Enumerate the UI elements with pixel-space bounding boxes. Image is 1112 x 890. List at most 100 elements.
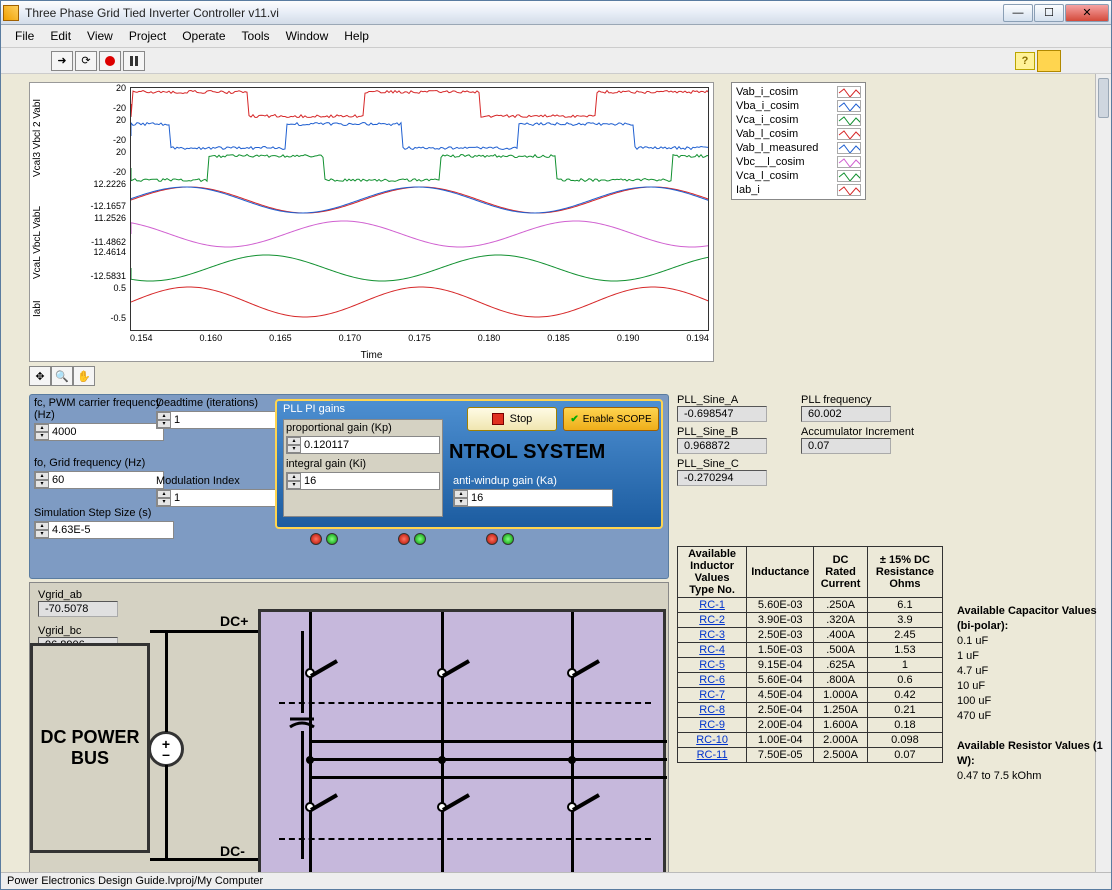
deadtime-input[interactable]: ▴▾ (156, 411, 276, 429)
control-parameters-cluster: fc, PWM carrier frequency (Hz) ▴▾ fo, Gr… (29, 394, 669, 579)
sineB-value: 0.968872 (677, 438, 767, 454)
ka-value[interactable] (468, 490, 598, 506)
maximize-button[interactable]: ☐ (1034, 4, 1064, 22)
inductor-link[interactable]: RC-11 (697, 749, 728, 761)
dc-source-icon: +– (148, 731, 184, 767)
ki-input[interactable]: ▴▾ (286, 472, 440, 490)
step-input[interactable]: ▴▾ (34, 521, 174, 539)
sineA-value: -0.698547 (677, 406, 767, 422)
window-title: Three Phase Grid Tied Inverter Controlle… (25, 6, 1003, 20)
vi-icon[interactable] (1037, 50, 1061, 72)
status-leds (310, 533, 514, 545)
pll-readouts: PLL_Sine_A-0.698547 PLL_Sine_B0.968872 P… (677, 394, 767, 490)
close-button[interactable]: ✕ (1065, 4, 1109, 22)
kp-value[interactable] (301, 437, 411, 453)
toolbar: ➜ ⟳ ? (1, 48, 1111, 74)
inductor-link[interactable]: RC-7 (699, 689, 725, 701)
legend-item[interactable]: Vab_l_cosim (734, 127, 863, 141)
led-red (486, 533, 498, 545)
inductor-link[interactable]: RC-3 (699, 629, 725, 641)
inductor-table: Available Inductor Values Type No. Induc… (677, 546, 943, 763)
menu-window[interactable]: Window (280, 27, 335, 45)
inductor-link[interactable]: RC-10 (696, 734, 728, 746)
inductor-link[interactable]: RC-9 (699, 719, 725, 731)
table-row: RC-59.15E-04.625A1 (678, 658, 943, 673)
menu-help[interactable]: Help (338, 27, 375, 45)
legend-item[interactable]: Vca_i_cosim (734, 113, 863, 127)
control-system-label: NTROL SYSTEM (449, 441, 605, 464)
pause-button[interactable] (123, 51, 145, 71)
inductor-link[interactable]: RC-6 (699, 674, 725, 686)
modindex-label: Modulation Index (156, 475, 276, 487)
table-row: RC-41.50E-03.500A1.53 (678, 643, 943, 658)
fo-input[interactable]: ▴▾ (34, 471, 164, 489)
zoom-icon[interactable]: 🔍 (51, 366, 73, 386)
menu-edit[interactable]: Edit (44, 27, 77, 45)
fc-value[interactable] (49, 424, 104, 440)
ki-value[interactable] (301, 473, 411, 489)
pllfreq-value: 60.002 (801, 406, 891, 422)
fo-label: fo, Grid frequency (Hz) (34, 457, 164, 469)
pllfreq-label: PLL frequency (801, 394, 914, 406)
status-bar: Power Electronics Design Guide.lvproj/My… (1, 872, 1111, 889)
menu-operate[interactable]: Operate (176, 27, 231, 45)
menu-tools[interactable]: Tools (236, 27, 276, 45)
led-green (414, 533, 426, 545)
inductor-link[interactable]: RC-1 (699, 599, 725, 611)
modindex-value[interactable] (171, 490, 226, 506)
enable-scope-button[interactable]: ✔ Enable SCOPE (563, 407, 659, 431)
checkmark-icon: ✔ (570, 414, 578, 425)
plot-legend[interactable]: Vab_i_cosimVba_i_cosimVca_i_cosimVab_l_c… (731, 82, 866, 200)
stop-icon (492, 413, 504, 425)
x-axis-label: Time (361, 350, 383, 361)
pan-icon[interactable]: ✋ (73, 366, 95, 386)
led-red (398, 533, 410, 545)
help-button[interactable]: ? (1015, 52, 1035, 70)
ka-input[interactable]: ▴▾ (453, 489, 613, 507)
led-green (326, 533, 338, 545)
modindex-input[interactable]: ▴▾ (156, 489, 276, 507)
accinc-value: 0.07 (801, 438, 891, 454)
capacitor-icon (284, 713, 320, 736)
table-header-typeno: Available Inductor Values Type No. (678, 547, 747, 598)
cursor-move-icon[interactable]: ✥ (29, 366, 51, 386)
circuit-diagram: Vgrid_ab -70.5078 Vgrid_bc 96.8906 DC PO… (29, 582, 669, 872)
graph-palette: ✥ 🔍 ✋ (29, 366, 95, 386)
run-button[interactable]: ➜ (51, 51, 73, 71)
step-value[interactable] (49, 522, 104, 538)
menu-view[interactable]: View (81, 27, 119, 45)
deadtime-value[interactable] (171, 412, 226, 428)
inductor-link[interactable]: RC-5 (699, 659, 725, 671)
fo-value[interactable] (49, 472, 104, 488)
legend-item[interactable]: Vab_l_measured (734, 141, 863, 155)
kp-input[interactable]: ▴▾ (286, 436, 440, 454)
dc-minus-label: DC- (220, 843, 245, 859)
run-continuous-button[interactable]: ⟳ (75, 51, 97, 71)
ka-label: anti-windup gain (Ka) (453, 475, 613, 487)
legend-item[interactable]: Vca_l_cosim (734, 169, 863, 183)
inductor-link[interactable]: RC-2 (699, 614, 725, 626)
menu-project[interactable]: Project (123, 27, 172, 45)
table-row: RC-23.90E-03.320A3.9 (678, 613, 943, 628)
inductor-link[interactable]: RC-8 (699, 704, 725, 716)
app-icon (3, 5, 19, 21)
table-row: RC-117.50E-052.500A0.07 (678, 748, 943, 763)
fc-input[interactable]: ▴▾ (34, 423, 164, 441)
table-header-resistance: ± 15% DC Resistance Ohms (867, 547, 942, 598)
dc-plus-label: DC+ (220, 613, 248, 629)
legend-item[interactable]: Iab_i (734, 183, 863, 197)
legend-item[interactable]: Vba_i_cosim (734, 99, 863, 113)
pll-gains-box: PLL PI gains proportional gain (Kp) ▴▾ i… (275, 399, 663, 529)
abort-button[interactable] (99, 51, 121, 71)
waveform-chart[interactable]: Vcal3 Vbcl 2 VabI VcaL VbcL VabL IabI 20… (29, 82, 714, 362)
legend-item[interactable]: Vab_i_cosim (734, 85, 863, 99)
menu-file[interactable]: File (9, 27, 40, 45)
table-row: RC-15.60E-03.250A6.1 (678, 598, 943, 613)
accinc-label: Accumulator Increment (801, 426, 914, 438)
inductor-link[interactable]: RC-4 (699, 644, 725, 656)
capacitor-resistor-info: Available Capacitor Values (bi-polar): 0… (957, 604, 1111, 784)
kp-label: proportional gain (Kp) (286, 422, 440, 434)
minimize-button[interactable]: — (1003, 4, 1033, 22)
stop-button[interactable]: Stop (467, 407, 557, 431)
legend-item[interactable]: Vbc__l_cosim (734, 155, 863, 169)
